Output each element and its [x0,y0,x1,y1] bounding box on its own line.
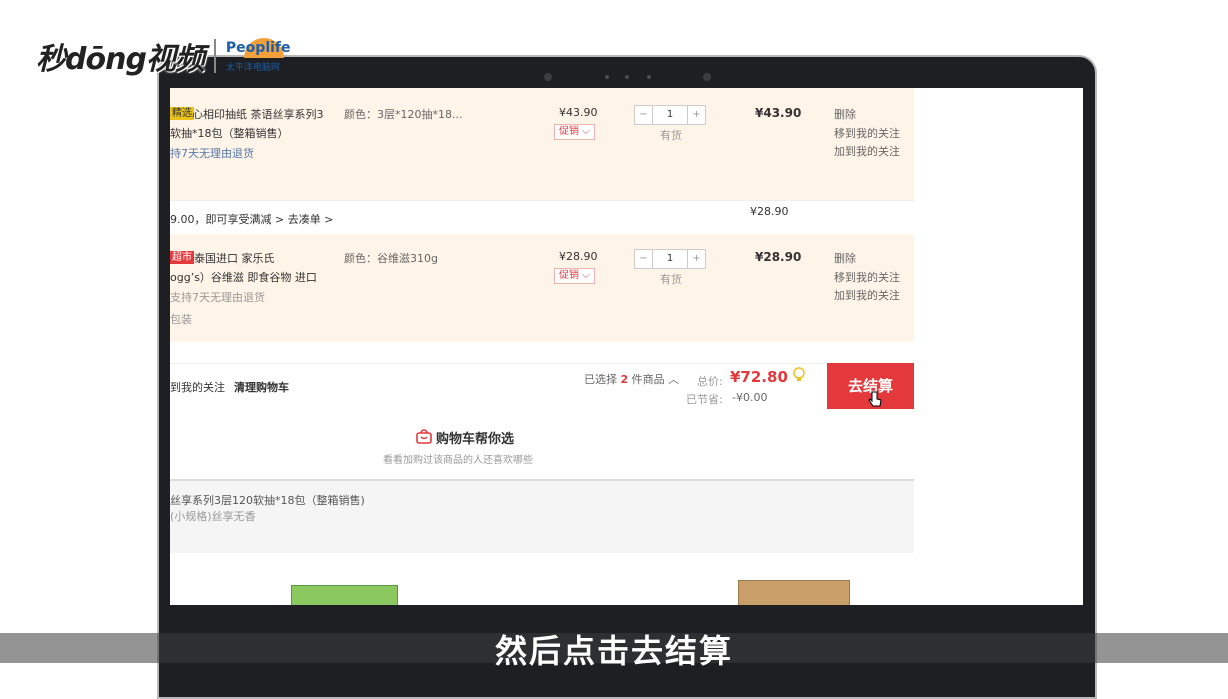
divider [170,363,914,364]
subtotal: ¥28.90 [755,250,802,264]
sensor-icon [605,75,609,79]
qty-minus-button[interactable]: − [635,250,652,268]
recommend-item-name[interactable]: 丝享系列3层120软抽*18包（整箱销售) [170,492,365,508]
saved-amount: -¥0.00 [732,391,768,404]
product-name[interactable]: 心相印抽纸 茶语丝享系列3 [192,106,324,122]
add-to-follow-link[interactable]: 加到我的关注 [834,143,900,159]
return-policy[interactable]: 持7天无理由退货 [170,145,254,161]
qty-input[interactable]: 1 [652,106,688,124]
hand-cursor-icon [868,391,882,412]
product-spec: 颜色：谷维滋310g [344,252,438,265]
product-image[interactable] [291,585,398,605]
subtotal: ¥43.90 [755,106,802,120]
unit-price: ¥28.90 [559,250,598,263]
watermark-brand: 秒dōng视频 [36,42,205,77]
delete-link[interactable]: 删除 [834,106,856,122]
promo-bar-amount: ¥28.90 [750,205,789,218]
stock-status: 有货 [660,129,682,142]
cart-bag-icon [416,428,432,447]
sensor-icon [703,73,711,81]
add-to-follow-link[interactable]: 加到我的关注 [834,287,900,303]
packaging-label: 包装 [170,313,192,326]
unit-price: ¥43.90 [559,106,598,119]
qty-input[interactable]: 1 [652,250,688,268]
move-to-follow-link[interactable]: 移到我的关注 [834,125,900,141]
watermark-divider [213,39,216,73]
qty-plus-button[interactable]: + [688,106,705,124]
selected-count[interactable]: 已选择 2 件商品 ︿ [584,371,679,387]
stock-status: 有货 [660,273,682,286]
promo-dropdown[interactable]: 促销 ⌵ [554,124,595,140]
video-subtitle: 然后点击去结算 [494,632,733,670]
video-watermark: 秒dōng视频 Peoplife 太平洋电脑网 [36,34,306,78]
qty-plus-button[interactable]: + [688,250,705,268]
quantity-stepper: − 1 + [634,105,706,125]
store-tag: 超市 [170,251,194,264]
return-policy[interactable]: 支持7天无理由退货 [170,289,265,305]
product-image[interactable] [738,580,850,605]
cart-item: 超市 泰国进口 家乐氏 ogg’s）谷维滋 即食谷物 进口 支持7天无理由退货 … [170,234,914,342]
recommend-subtitle: 看看加购过该商品的人还喜欢哪些 [383,455,533,466]
promo-dropdown[interactable]: 促销 ⌵ [554,268,595,284]
recommend-item-card[interactable]: 丝享系列3层120软抽*18包（整箱销售) (小规格)丝享无香 [170,481,914,553]
partner-logo: Peoplife 太平洋电脑网 [225,38,291,73]
qty-minus-button[interactable]: − [635,106,652,124]
move-to-follow-link[interactable]: 移到我的关注 [834,269,900,285]
delete-link[interactable]: 删除 [834,250,856,266]
quantity-stepper: − 1 + [634,249,706,269]
total-price: ¥72.80 [730,368,788,386]
browser-screen: 精选 心相印抽纸 茶语丝享系列3 软抽*18包（整箱销售） 持7天无理由退货 颜… [170,88,1083,605]
cart-item: 精选 心相印抽纸 茶语丝享系列3 软抽*18包（整箱销售） 持7天无理由退货 颜… [170,88,914,200]
promo-bar-text[interactable]: 9.00，即可享受满减 > 去凑单 > [170,211,333,227]
webcam-icon [625,75,629,79]
total-label: 总价: [697,375,723,388]
move-selected-to-follow-link[interactable]: 到我的关注 [170,379,225,395]
product-name-cont[interactable]: 软抽*18包（整箱销售） [170,125,289,141]
saved-label: 已节省: [686,393,723,406]
product-name-cont[interactable]: ogg’s）谷维滋 即食谷物 进口 [170,269,317,285]
sensor-icon [647,75,651,79]
recommend-title: 购物车帮你选 [436,432,515,447]
product-name[interactable]: 泰国进口 家乐氏 [194,250,275,266]
lightbulb-icon[interactable] [793,367,805,387]
product-spec: 颜色：3层*120抽*18... [344,108,463,121]
divider [170,200,914,201]
recommend-item-variant: (小规格)丝享无香 [170,510,256,523]
store-tag: 精选 [170,107,194,120]
clear-cart-link[interactable]: 清理购物车 [234,379,289,395]
sensor-icon [544,73,552,81]
